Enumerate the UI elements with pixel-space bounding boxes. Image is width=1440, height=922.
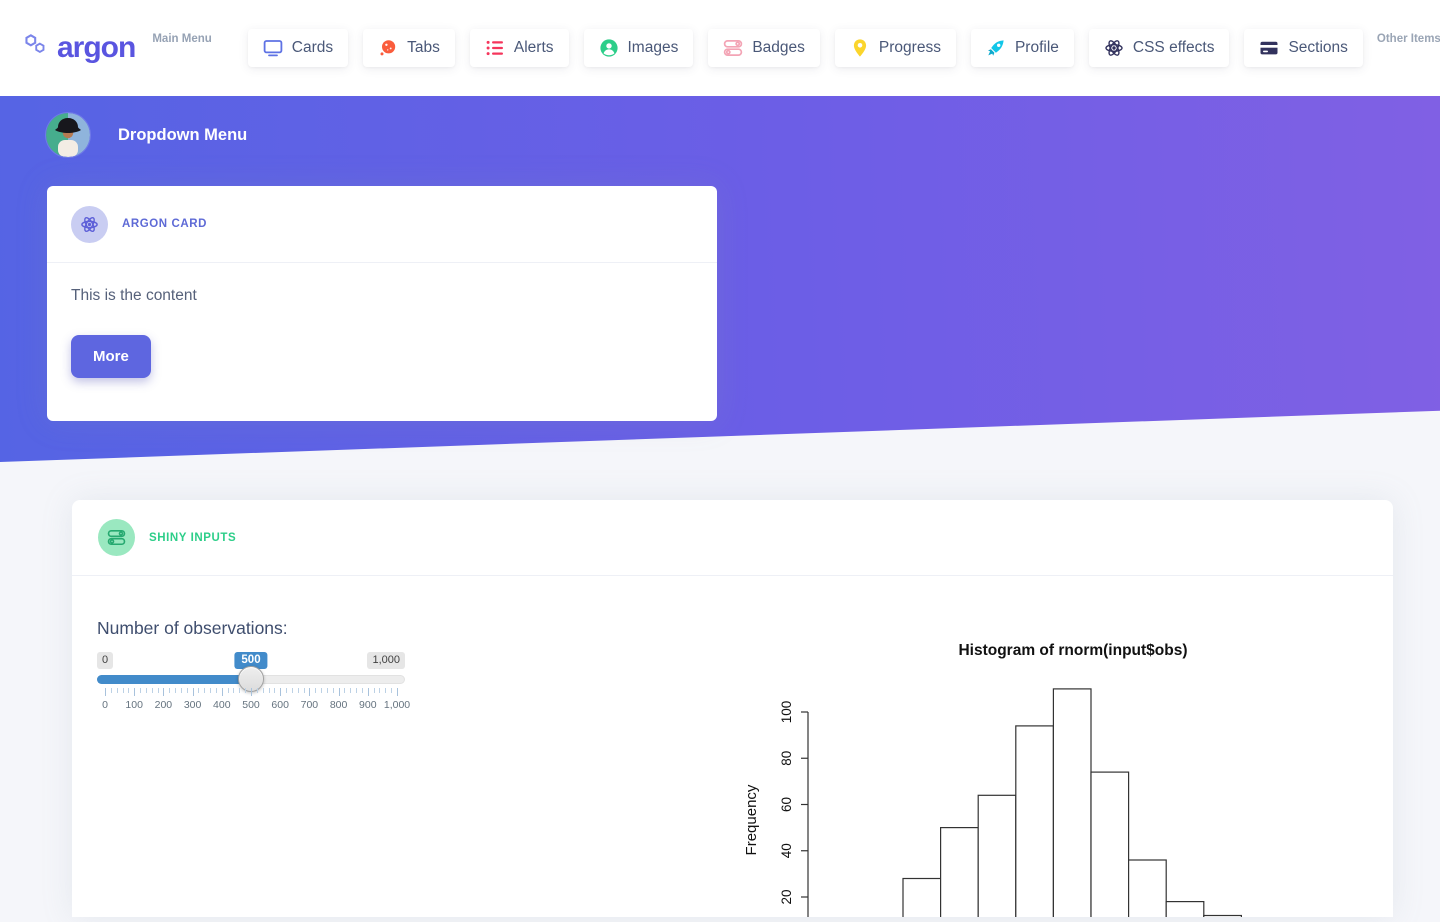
more-button[interactable]: More xyxy=(71,335,151,378)
atom-icon xyxy=(1104,38,1124,58)
badges-icon xyxy=(98,519,135,556)
argon-card-content: This is the content xyxy=(71,287,197,304)
nav-item-images[interactable]: Images xyxy=(583,29,694,67)
observations-slider-group: Number of observations: 0 500 1,000 0 100… xyxy=(97,618,410,714)
nav-item-alerts[interactable]: Alerts xyxy=(469,29,569,67)
tv-icon xyxy=(263,38,283,58)
nav-item-label: Badges xyxy=(752,39,805,56)
nav-item-profile[interactable]: Profile xyxy=(970,29,1074,67)
top-navbar: argon Main Menu Cards Tabs Alerts Images… xyxy=(0,0,1440,96)
argon-hexagons-icon xyxy=(22,32,49,64)
shiny-inputs-card: SHINY INPUTS Number of observations: 0 5… xyxy=(72,500,1393,920)
histogram-plot: Histogram of rnorm(input$obs) Frequency 20… xyxy=(740,638,1440,920)
svg-text:60: 60 xyxy=(779,797,794,812)
avatar[interactable] xyxy=(46,113,90,157)
planet-icon xyxy=(378,38,398,58)
other-items-label: Other Items xyxy=(1376,33,1440,45)
badges-icon xyxy=(723,38,743,58)
nav-item-label: Alerts xyxy=(513,39,554,56)
nav-item-label: CSS effects xyxy=(1132,39,1215,56)
main-menu-label: Main Menu xyxy=(152,33,212,45)
svg-text:100: 100 xyxy=(779,701,794,724)
svg-text:80: 80 xyxy=(779,751,794,766)
svg-text:40: 40 xyxy=(779,843,794,858)
bullet-list-icon xyxy=(485,38,505,58)
atom-icon xyxy=(71,205,108,243)
nav-item-label: Tabs xyxy=(407,39,440,56)
shiny-card-title: SHINY INPUTS xyxy=(149,531,237,544)
credit-card-icon xyxy=(1259,38,1279,58)
shiny-card-header: SHINY INPUTS xyxy=(72,500,1393,576)
main-nav: Cards Tabs Alerts Images Badges Progress… xyxy=(247,29,1363,67)
slider-fill xyxy=(97,675,251,684)
nav-item-badges[interactable]: Badges xyxy=(708,29,820,67)
slider-max-label: 1,000 xyxy=(367,652,405,669)
nav-item-label: Sections xyxy=(1288,39,1348,56)
argon-card: ARGON CARD This is the content More xyxy=(47,186,717,421)
slider-min-label: 0 xyxy=(97,652,114,669)
user-circle-icon xyxy=(599,38,619,58)
nav-item-css-effects[interactable]: CSS effects xyxy=(1088,29,1230,67)
observations-slider[interactable]: 0 500 1,000 0 100 200 300 400 500 600 700 800 900… xyxy=(97,652,410,714)
map-pin-icon xyxy=(850,38,870,58)
nav-item-cards[interactable]: Cards xyxy=(247,29,349,67)
svg-text:20: 20 xyxy=(779,889,794,904)
histogram-svg: Histogram of rnorm(input$obs) Frequency 20… xyxy=(743,642,1242,920)
nav-item-label: Profile xyxy=(1014,39,1059,56)
slider-label: Number of observations: xyxy=(97,618,288,638)
rocket-icon xyxy=(986,38,1006,58)
slider-tick-grid: 0 100 200 300 400 500 600 700 800 900 1,000 xyxy=(97,688,410,714)
brand-logo[interactable]: argon xyxy=(22,31,136,65)
nav-item-progress[interactable]: Progress xyxy=(834,29,956,67)
nav-item-label: Progress xyxy=(878,39,941,56)
brand-name: argon xyxy=(57,31,136,64)
svg-text:Frequency: Frequency xyxy=(743,784,760,855)
hero-title: Dropdown Menu xyxy=(118,125,248,144)
svg-text:Histogram of rnorm(input$obs): Histogram of rnorm(input$obs) xyxy=(958,642,1187,659)
argon-card-title: ARGON CARD xyxy=(122,218,207,230)
nav-item-sections[interactable]: Sections xyxy=(1244,29,1363,67)
argon-card-header: ARGON CARD xyxy=(47,186,717,263)
nav-item-tabs[interactable]: Tabs xyxy=(363,29,455,67)
nav-item-label: Cards xyxy=(291,39,334,56)
nav-item-label: Images xyxy=(627,39,679,56)
